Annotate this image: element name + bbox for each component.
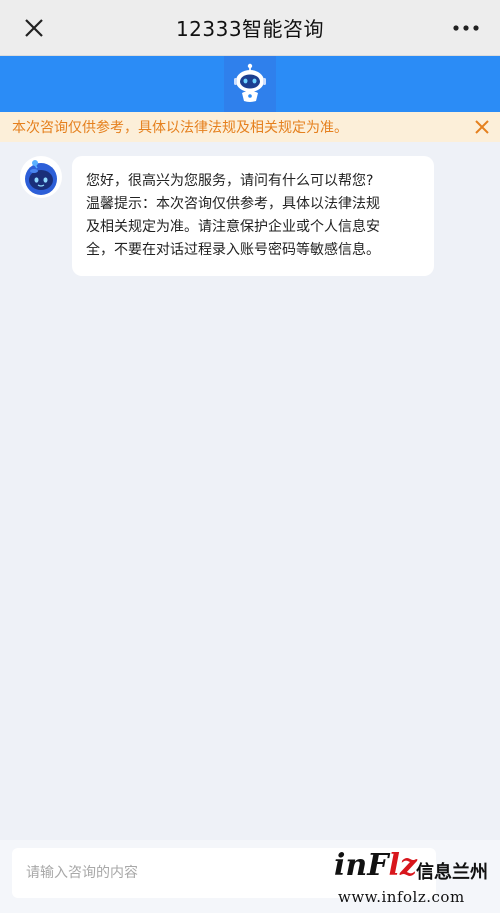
close-button[interactable] (18, 12, 50, 44)
watermark-logo: inFlz (334, 848, 417, 883)
more-options-button[interactable] (450, 12, 482, 44)
close-icon (475, 120, 489, 134)
watermark-chinese: 信息兰州 (416, 862, 488, 883)
message-bubble: 您好，很高兴为您服务，请问有什么可以帮您? 温馨提示：本次咨询仅供参考，具体以法… (72, 156, 434, 276)
notice-close-button[interactable] (472, 117, 492, 137)
top-bar: 12333智能咨询 (0, 0, 500, 56)
message-line: 全，不要在对话过程录入账号密码等敏感信息。 (86, 242, 380, 258)
notice-bar: 本次咨询仅供参考，具体以法律法规及相关规定为准。 (0, 112, 500, 142)
watermark-url: www.infolz.com (338, 888, 465, 906)
header-banner (0, 56, 500, 112)
message-line: 及相关规定为准。请注意保护企业或个人信息安 (86, 219, 380, 235)
notice-text: 本次咨询仅供参考，具体以法律法规及相关规定为准。 (12, 120, 348, 136)
message-line: 温馨提示：本次咨询仅供参考，具体以法律法规 (86, 196, 380, 212)
watermark: inFlz 信息兰州 www.infolz.com (330, 848, 500, 910)
more-dots-icon (453, 25, 479, 31)
avatar (20, 156, 62, 198)
message-line: 您好，很高兴为您服务，请问有什么可以帮您? (86, 173, 374, 189)
page-title: 12333智能咨询 (175, 17, 325, 41)
robot-icon (234, 63, 266, 102)
close-icon (25, 19, 43, 37)
banner-robot (224, 56, 276, 112)
robot-avatar-icon (25, 160, 57, 195)
